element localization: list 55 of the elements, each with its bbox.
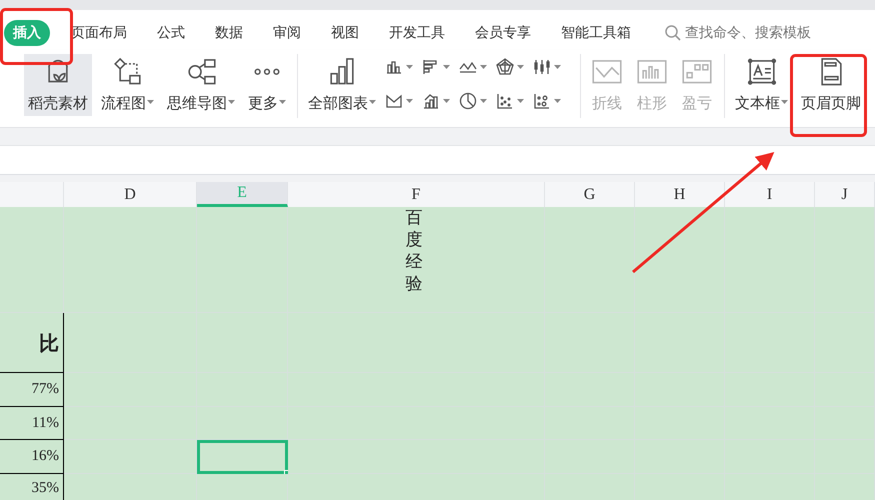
caret-icon [480, 99, 487, 103]
caret-icon [781, 100, 788, 104]
pie-chart-icon [459, 92, 477, 110]
table-cell: 11% [0, 407, 64, 440]
search-icon [664, 24, 682, 42]
ribbon-button[interactable]: 全部图表 [304, 54, 380, 116]
menu-tab[interactable]: 视图 [322, 20, 368, 46]
scatter-chart-icon [496, 92, 514, 110]
text-box-icon [746, 56, 778, 88]
stock-chart-icon [533, 58, 551, 76]
ribbon-button[interactable]: 页眉页脚 [797, 54, 865, 116]
column-header[interactable]: F [288, 182, 545, 207]
caret-icon [480, 65, 487, 69]
caret-icon [554, 65, 561, 69]
caret-icon [517, 65, 524, 69]
caret-icon [369, 100, 376, 104]
column-header[interactable]: G [545, 182, 635, 207]
ribbon-button[interactable]: 稻壳素材 [24, 54, 92, 116]
caret-icon [147, 100, 154, 104]
header-cell [0, 182, 64, 207]
column-header[interactable]: H [635, 182, 725, 207]
caret-icon [228, 100, 235, 104]
column-header[interactable]: J [815, 182, 875, 207]
caret-icon [554, 99, 561, 103]
caret-icon [279, 100, 286, 104]
menu-tab[interactable]: 数据 [206, 20, 252, 46]
table-cell: 比 [0, 313, 64, 373]
bubble-chart-icon [533, 92, 551, 110]
table-cell: 77% [0, 373, 64, 407]
active-cell[interactable] [197, 440, 288, 474]
search-field[interactable]: 查找命令、搜索模板 [664, 22, 815, 44]
ribbon-button[interactable]: 流程图 [97, 54, 158, 116]
ribbon-button[interactable]: 文本框 [731, 54, 792, 116]
menu-tab[interactable]: 会员专享 [466, 20, 540, 46]
area-chart-icon [385, 92, 403, 110]
table-cell: 16% [0, 440, 64, 474]
column-header[interactable]: D [64, 182, 197, 207]
column-header[interactable]: I [725, 182, 815, 207]
flowchart-icon [112, 56, 144, 88]
table-cell: 百度经验 [288, 207, 545, 313]
menu-tab[interactable]: 页面布局 [62, 20, 136, 46]
caret-icon [406, 65, 413, 69]
radar-chart-icon [496, 58, 514, 76]
caret-icon [443, 99, 450, 103]
table-cell: 35% [0, 474, 64, 500]
caret-icon [517, 99, 524, 103]
ribbon-button[interactable]: 思维导图 [163, 54, 239, 116]
combo-chart-icon [422, 92, 440, 110]
menu-tab[interactable]: 公式 [148, 20, 194, 46]
caret-icon [406, 99, 413, 103]
caret-icon [443, 65, 450, 69]
ribbon-button[interactable]: 更多 [244, 54, 290, 116]
menu-tab[interactable]: 智能工具箱 [552, 20, 640, 46]
menu-tab[interactable]: 审阅 [264, 20, 310, 46]
menu-tab[interactable]: 开发工具 [380, 20, 454, 46]
